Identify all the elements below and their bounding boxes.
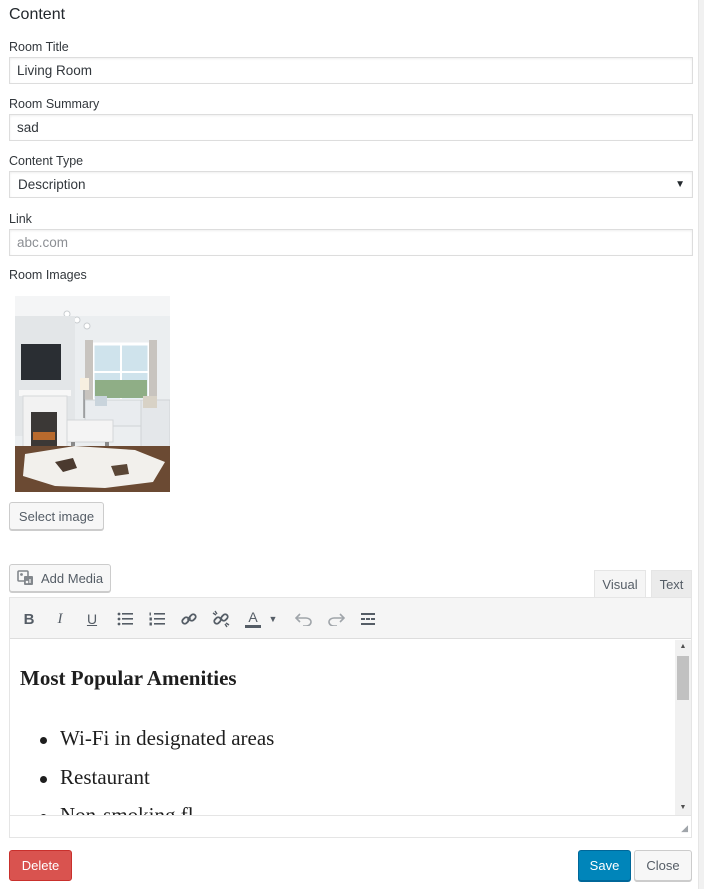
room-summary-value: sad: [17, 120, 39, 135]
scroll-up-icon[interactable]: ▲: [675, 643, 691, 650]
italic-icon[interactable]: I: [48, 608, 72, 630]
room-image-thumbnail[interactable]: [15, 296, 170, 492]
toolbar-toggle-icon[interactable]: [356, 608, 380, 630]
close-button[interactable]: Close: [634, 850, 692, 881]
page-scrollbar[interactable]: [698, 0, 704, 889]
bulleted-list-icon[interactable]: [113, 608, 137, 630]
undo-icon[interactable]: [292, 608, 316, 630]
room-title-input[interactable]: Living Room: [9, 57, 693, 84]
scroll-thumb[interactable]: [677, 656, 689, 700]
delete-button[interactable]: Delete: [9, 850, 72, 881]
underline-icon[interactable]: U: [80, 608, 104, 630]
editor-content[interactable]: Most Popular Amenities Wi-Fi in designat…: [10, 640, 675, 815]
room-title-value: Living Room: [17, 63, 93, 78]
link-placeholder: abc.com: [17, 235, 69, 250]
rich-text-editor: B I U A ▼ Most Popular Amenities Wi-Fi i…: [9, 597, 692, 838]
bold-icon[interactable]: B: [17, 608, 41, 630]
list-item: Non-smoking fl...: [39, 803, 209, 815]
numbered-list-icon[interactable]: [145, 608, 169, 630]
list-item: Wi-Fi in designated areas: [39, 726, 275, 750]
text-color-icon[interactable]: A: [241, 608, 265, 630]
list-item: Restaurant: [40, 765, 150, 789]
room-title-label: Room Title: [9, 40, 69, 54]
room-summary-label: Room Summary: [9, 97, 100, 111]
content-type-value: Description: [18, 177, 86, 192]
link-input[interactable]: abc.com: [9, 229, 693, 256]
select-image-button[interactable]: Select image: [9, 502, 104, 530]
room-images-label: Room Images: [9, 268, 87, 282]
tab-text[interactable]: Text: [651, 570, 692, 598]
add-media-label: Add Media: [41, 570, 104, 586]
redo-icon[interactable]: [324, 608, 348, 630]
insert-link-icon[interactable]: [177, 608, 201, 630]
add-media-button[interactable]: Add Media: [9, 564, 111, 592]
section-title: Content: [9, 6, 66, 23]
remove-link-icon[interactable]: [209, 608, 233, 630]
add-media-icon: [17, 570, 35, 586]
dropdown-arrow-icon: ▼: [675, 179, 685, 190]
scroll-down-icon[interactable]: ▼: [675, 804, 691, 811]
tab-visual[interactable]: Visual: [594, 570, 646, 598]
content-heading: Most Popular Amenities: [20, 666, 237, 690]
save-button[interactable]: Save: [578, 850, 631, 881]
link-label: Link: [9, 212, 32, 226]
content-type-select[interactable]: Description ▼: [9, 171, 693, 198]
content-type-label: Content Type: [9, 154, 84, 168]
editor-status-bar: ◢: [10, 815, 691, 837]
editor-scrollbar[interactable]: ▲ ▼: [675, 640, 691, 815]
text-color-dropdown-icon[interactable]: ▼: [266, 608, 280, 630]
editor-toolbar: B I U A ▼: [10, 598, 691, 639]
room-summary-input[interactable]: sad: [9, 114, 693, 141]
resize-handle-icon[interactable]: ◢: [681, 823, 688, 834]
